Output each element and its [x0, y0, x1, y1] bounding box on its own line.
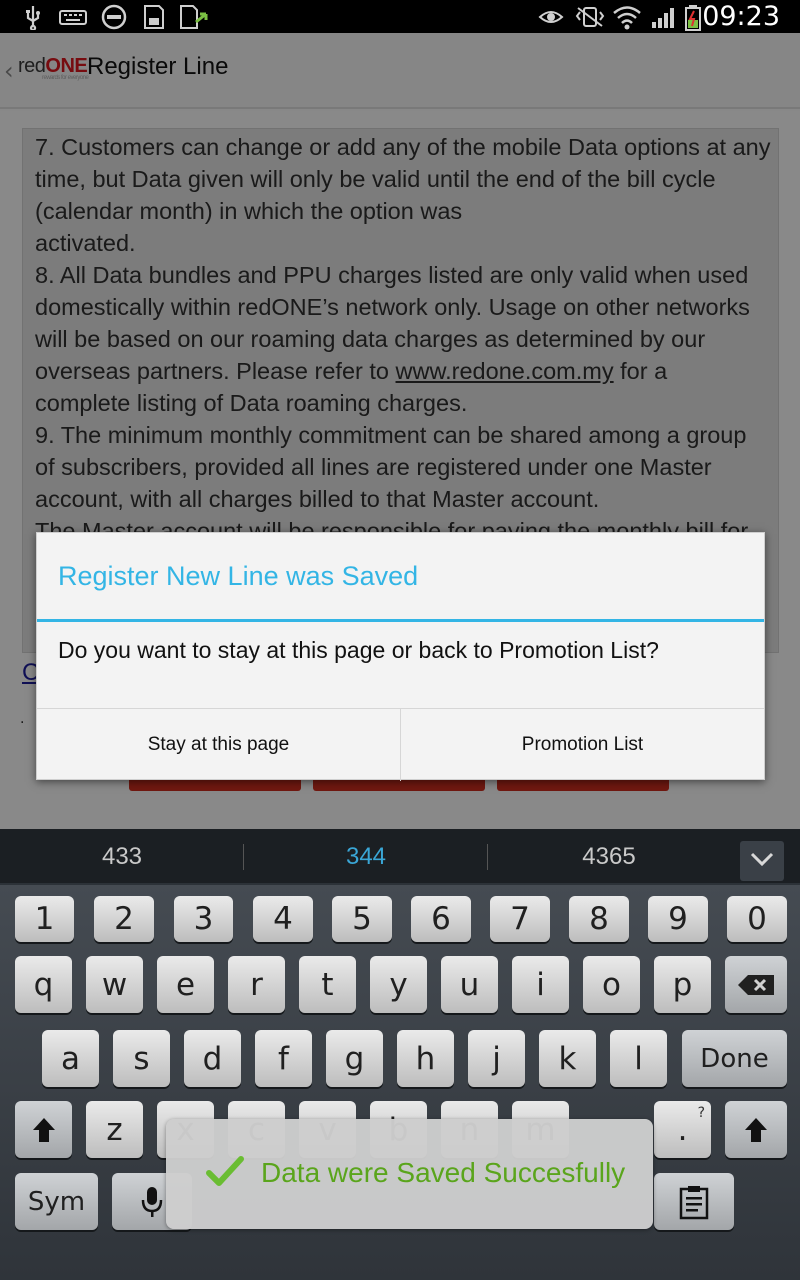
shift-key-left[interactable] — [15, 1101, 72, 1158]
sym-key[interactable]: Sym — [15, 1173, 98, 1230]
key-r[interactable]: r — [228, 956, 285, 1013]
signal-icon — [650, 4, 680, 30]
checkmark-icon — [206, 1155, 244, 1198]
stay-at-page-button[interactable]: Stay at this page — [37, 709, 400, 781]
clipboard-key[interactable] — [654, 1173, 734, 1230]
toast-message: Data were Saved Succesfully — [261, 1157, 626, 1188]
key-q[interactable]: q — [15, 956, 72, 1013]
key-e[interactable]: e — [157, 956, 214, 1013]
clock: 09:23 — [702, 1, 780, 32]
suggestion-item[interactable]: 433 — [22, 829, 222, 885]
keyboard-icon — [58, 4, 88, 30]
key-8[interactable]: 8 — [569, 896, 629, 942]
key-s[interactable]: s — [113, 1030, 170, 1087]
status-bar: 09:23 — [0, 0, 800, 33]
key-0[interactable]: 0 — [727, 896, 787, 942]
shift-icon — [32, 1117, 55, 1142]
dialog-message: Do you want to stay at this page or back… — [58, 637, 659, 663]
dialog-title: Register New Line was Saved — [58, 561, 419, 591]
key-g[interactable]: g — [326, 1030, 383, 1087]
key-d[interactable]: d — [184, 1030, 241, 1087]
promotion-list-button[interactable]: Promotion List — [400, 709, 764, 781]
battery-charging-icon — [684, 4, 702, 31]
wifi-icon — [612, 4, 642, 30]
question-mark-hint: ? — [697, 1105, 705, 1121]
key-o[interactable]: o — [583, 956, 640, 1013]
key-6[interactable]: 6 — [411, 896, 471, 942]
suggestion-divider — [243, 844, 244, 870]
key-1[interactable]: 1 — [15, 896, 74, 942]
key-9[interactable]: 9 — [648, 896, 708, 942]
key-l[interactable]: l — [610, 1030, 667, 1087]
key-j[interactable]: j — [468, 1030, 525, 1087]
sd-card-icon — [140, 4, 166, 30]
key-i[interactable]: i — [512, 956, 569, 1013]
key-k[interactable]: k — [539, 1030, 596, 1087]
suggestion-item[interactable]: 344 — [266, 829, 466, 885]
dialog-button-bar: Stay at this page Promotion List — [37, 708, 764, 781]
collapse-suggestions-button[interactable] — [740, 841, 784, 881]
key-period[interactable]: .? — [654, 1101, 711, 1158]
microphone-icon — [141, 1186, 163, 1217]
key-2[interactable]: 2 — [94, 896, 154, 942]
clipboard-icon — [679, 1185, 709, 1219]
period-label: . — [677, 1111, 688, 1148]
key-u[interactable]: u — [441, 956, 498, 1013]
key-7[interactable]: 7 — [490, 896, 550, 942]
suggestion-divider — [487, 844, 488, 870]
eye-icon — [538, 4, 564, 30]
do-not-disturb-icon — [100, 4, 128, 30]
key-y[interactable]: y — [370, 956, 427, 1013]
vibrate-icon — [574, 4, 606, 30]
key-t[interactable]: t — [299, 956, 356, 1013]
key-f[interactable]: f — [255, 1030, 312, 1087]
key-3[interactable]: 3 — [174, 896, 233, 942]
key-a[interactable]: a — [42, 1030, 99, 1087]
key-w[interactable]: w — [86, 956, 143, 1013]
chevron-down-icon — [750, 852, 774, 867]
suggestion-bar: 433 344 4365 — [0, 829, 800, 885]
shift-key-right[interactable] — [725, 1101, 787, 1158]
saved-toast: Data were Saved Succesfully — [166, 1119, 653, 1229]
shift-icon — [745, 1117, 767, 1142]
suggestion-item[interactable]: 4365 — [509, 829, 709, 885]
key-5[interactable]: 5 — [332, 896, 392, 942]
done-key[interactable]: Done — [682, 1030, 787, 1087]
dialog-title-divider — [37, 619, 764, 622]
backspace-icon — [738, 974, 774, 995]
file-transfer-icon — [178, 4, 210, 30]
backspace-key[interactable] — [725, 956, 787, 1013]
key-z[interactable]: z — [86, 1101, 143, 1158]
usb-icon — [20, 4, 46, 32]
save-dialog: Register New Line was Saved Do you want … — [36, 532, 765, 781]
key-h[interactable]: h — [397, 1030, 454, 1087]
key-4[interactable]: 4 — [253, 896, 313, 942]
key-p[interactable]: p — [654, 956, 711, 1013]
